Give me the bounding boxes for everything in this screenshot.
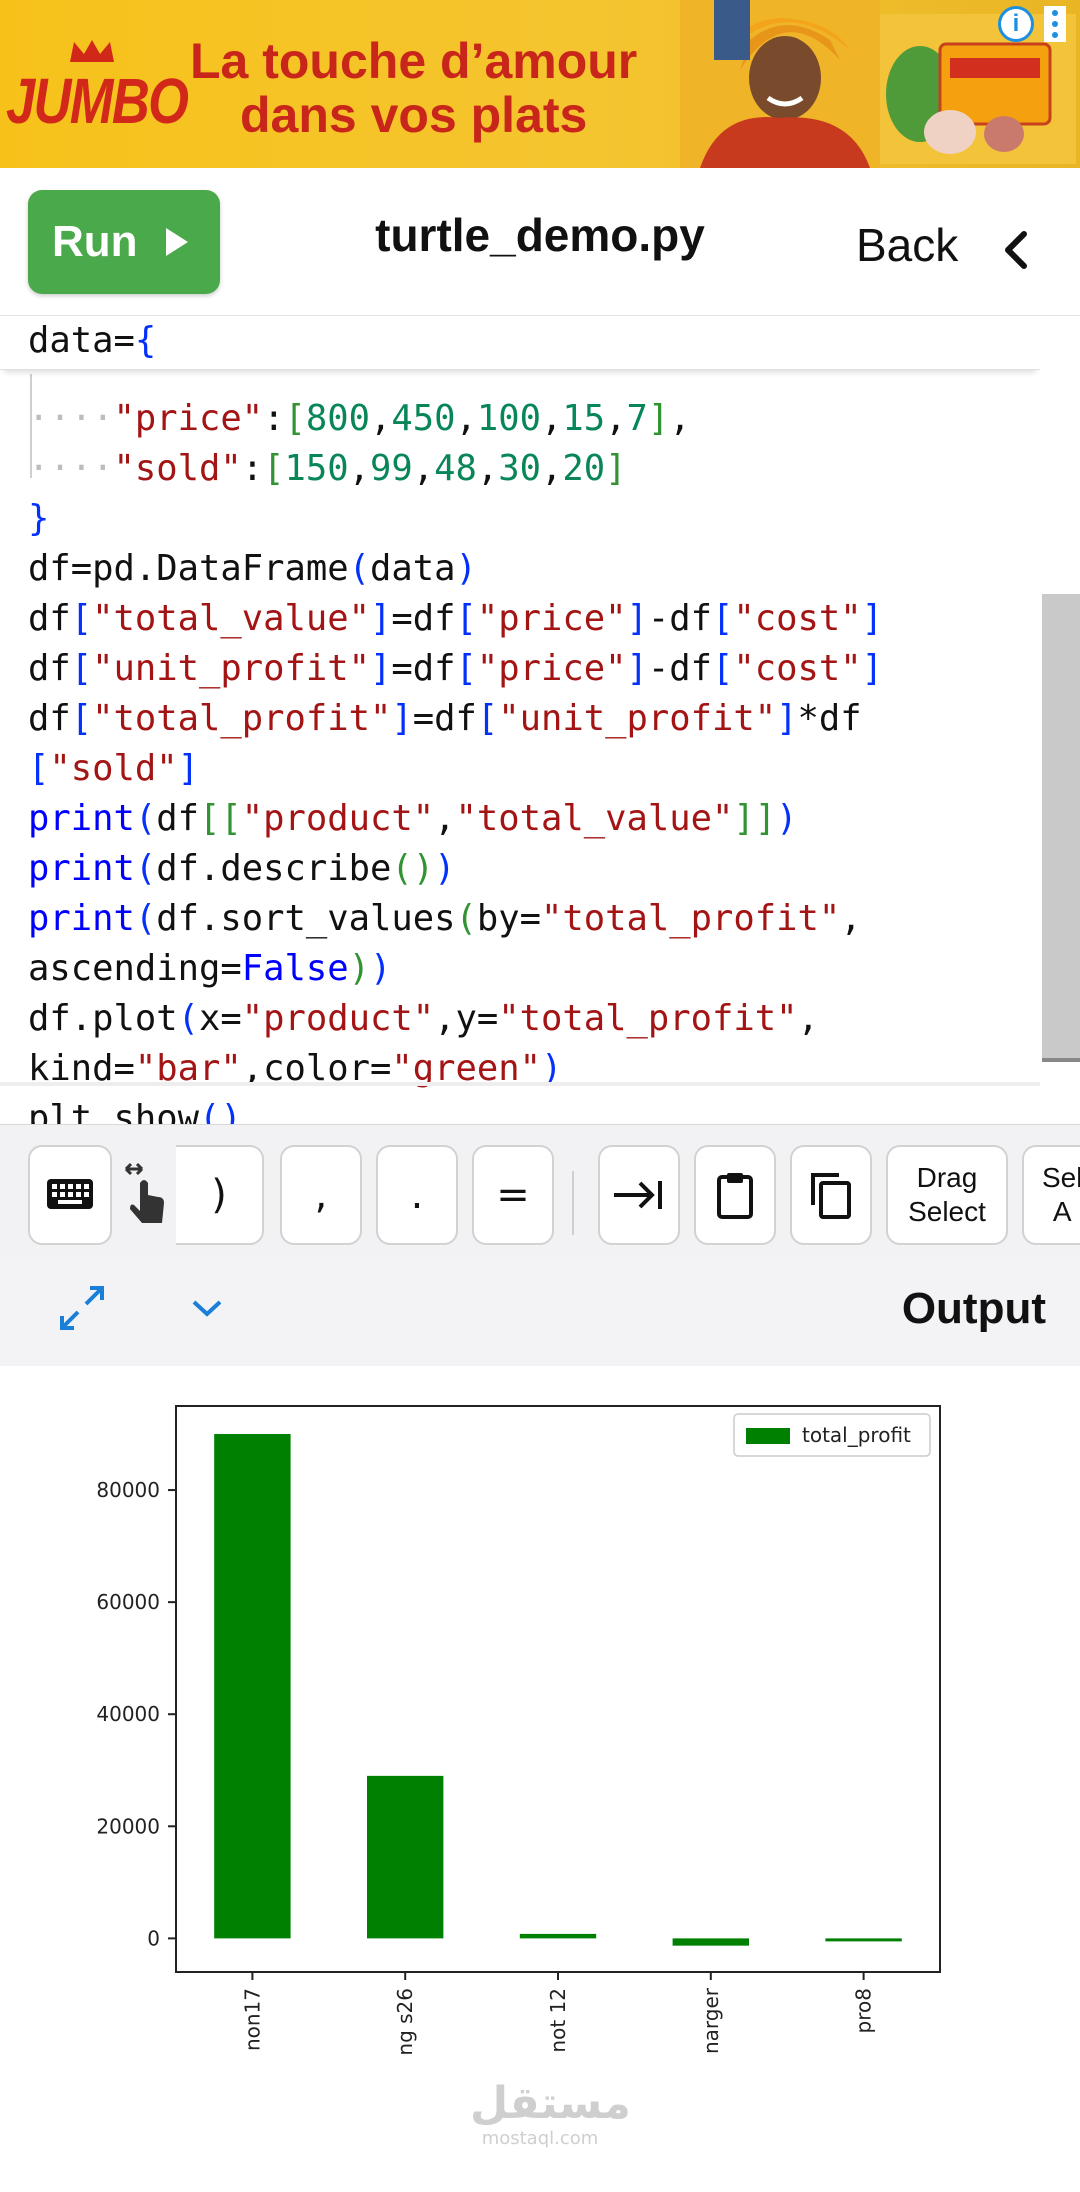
back-button-label[interactable]: Back [856, 218, 958, 272]
copy-button[interactable] [790, 1145, 872, 1245]
tab-icon [614, 1181, 662, 1209]
output-chart-area: 0 20000 40000 60000 80000 non17 ng s26 not 12 na… [0, 1366, 1080, 2192]
code-line-11[interactable]: print(df.describe()) [28, 848, 455, 889]
ad-tagline-1: La touche d’amour [190, 33, 638, 89]
y-tick-label: 40000 [96, 1702, 160, 1726]
watermark-arabic: مستقل [470, 2078, 631, 2129]
y-tick-label: 20000 [96, 1814, 160, 1838]
editor-toolbar: Run turtle_demo.py Back [0, 168, 1080, 316]
bar [519, 1933, 597, 1939]
code-line-16[interactable]: plt.show() [28, 1098, 242, 1124]
code-line-7[interactable]: df["unit_profit"]=df["price"]-df["cost"] [28, 648, 883, 689]
ad-tagline-2: dans vos plats [240, 87, 588, 143]
run-label: Run [52, 217, 138, 266]
watermark-latin: mostaql.com [481, 2128, 599, 2149]
scrollbar-marker [1042, 1058, 1080, 1062]
x-tick-label: ng s26 [393, 1988, 417, 2056]
ad-brand: JUMBO [6, 65, 189, 137]
code-line-9[interactable]: ["sold"] [28, 748, 199, 789]
bar [825, 1938, 902, 1942]
code-line-5[interactable]: df=pd.DataFrame(data) [28, 548, 477, 589]
code-line-14[interactable]: df.plot(x="product",y="total_profit", [28, 998, 819, 1039]
y-tick-label: 80000 [96, 1478, 160, 1502]
more-vert-icon[interactable] [1044, 6, 1066, 42]
legend-label: total_profit [802, 1423, 911, 1447]
code-line-13[interactable]: ascending=False)) [28, 948, 391, 989]
bar [367, 1775, 444, 1939]
code-line-12[interactable]: print(df.sort_values(by="total_profit", [28, 898, 862, 939]
paste-button[interactable] [694, 1145, 776, 1245]
output-header: Output [0, 1256, 1080, 1366]
code-line-1[interactable]: data={ [28, 320, 156, 361]
copy-icon [811, 1173, 851, 1219]
symbol-key-close-paren[interactable]: ) [176, 1145, 264, 1245]
editor-scrollbar-thumb[interactable] [1042, 594, 1080, 1060]
tab-key[interactable] [598, 1145, 680, 1245]
x-tick-label: narger [699, 1987, 723, 2054]
bar [672, 1938, 749, 1946]
x-tick-label: pro8 [852, 1988, 876, 2033]
keyboard-icon [47, 1179, 93, 1209]
info-icon[interactable]: i [998, 6, 1034, 42]
symbol-key-comma[interactable]: , [280, 1145, 362, 1245]
expand-icon[interactable] [56, 1282, 108, 1334]
y-tick-label: 60000 [96, 1590, 160, 1614]
x-tick-label: not 12 [546, 1988, 570, 2053]
code-line-3[interactable]: ····"sold":[150,99,48,30,20] [28, 448, 627, 489]
chevron-down-icon[interactable] [190, 1296, 224, 1320]
legend-swatch [746, 1428, 790, 1444]
watermark: مستقل mostaql.com [470, 2078, 631, 2150]
touch-drag-icon[interactable] [122, 1159, 170, 1231]
select-all-button[interactable]: Sel A [1022, 1145, 1080, 1245]
code-line-10[interactable]: print(df[["product","total_value"]]) [28, 798, 797, 839]
file-name: turtle_demo.py [375, 209, 705, 261]
drag-select-button[interactable]: Drag Select [886, 1145, 1008, 1245]
ad-person-image [680, 0, 880, 168]
code-line-6[interactable]: df["total_value"]=df["price"]-df["cost"] [28, 598, 883, 639]
bar [214, 1434, 291, 1939]
y-tick-label: 0 [147, 1926, 160, 1950]
clipboard-icon [717, 1173, 753, 1219]
x-tick-label: non17 [240, 1988, 264, 2051]
code-editor[interactable]: ····"price":[800,450,100,15,7], ····"sol… [0, 316, 1040, 1124]
symbol-bar: ) , . = Drag Select Sel A [0, 1124, 1080, 1256]
bar-chart: 0 20000 40000 60000 80000 non17 ng s26 not 12 na… [96, 1405, 941, 2056]
symbol-key-equals[interactable]: = [472, 1145, 554, 1245]
sticky-scope-header: data={ [0, 316, 1040, 370]
code-line-4[interactable]: } [28, 498, 49, 539]
run-button[interactable]: Run [28, 190, 220, 294]
keyboard-toggle-button[interactable] [28, 1145, 112, 1245]
code-line-8[interactable]: df["total_profit"]=df["unit_profit"]*df [28, 698, 862, 739]
current-line-highlight [0, 1082, 1040, 1086]
code-line-2[interactable]: ····"price":[800,450,100,15,7], [28, 398, 691, 439]
symbol-bar-divider [572, 1171, 574, 1235]
ad-banner[interactable]: JUMBO La touche d’amour dans vos plats i [0, 0, 1080, 168]
chevron-left-icon[interactable] [1000, 228, 1032, 272]
crown-icon [70, 40, 114, 62]
symbol-key-period[interactable]: . [376, 1145, 458, 1245]
output-title: Output [901, 1284, 1046, 1333]
play-icon [165, 228, 188, 256]
